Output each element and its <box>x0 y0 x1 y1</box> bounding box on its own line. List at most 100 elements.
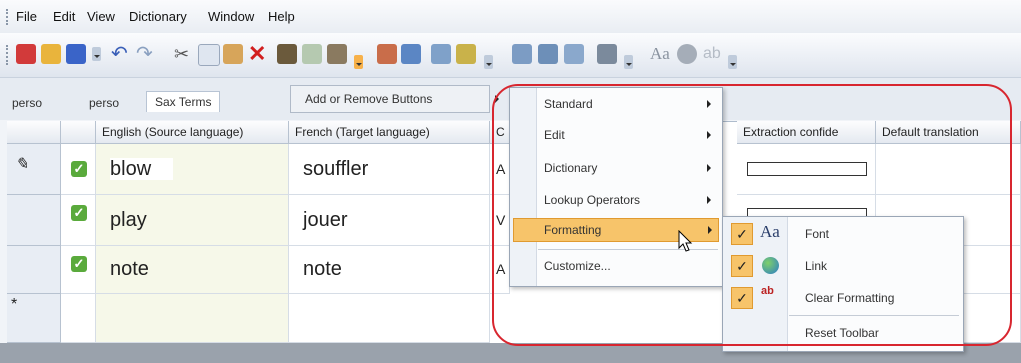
checkbox-checked-icon[interactable]: ✓ <box>71 161 87 177</box>
tab-perso-2[interactable]: perso <box>89 96 119 110</box>
copy-icon[interactable] <box>198 44 220 66</box>
submenu-item-font[interactable]: Font <box>805 227 829 241</box>
source-cell[interactable]: blow <box>96 144 289 195</box>
submenu-item-reset-toolbar[interactable]: Reset Toolbar <box>805 326 879 340</box>
save-icon[interactable] <box>66 44 86 64</box>
check-cell-3[interactable]: ✓ <box>61 246 96 294</box>
row-header-new[interactable]: * <box>7 294 61 343</box>
menu-view[interactable]: View <box>87 9 115 24</box>
chevron-right-icon <box>707 131 711 139</box>
menu-bar: File Edit View Dictionary Window Help <box>0 0 1021 33</box>
import-icon[interactable] <box>377 44 397 64</box>
new-row-icon: * <box>11 296 18 313</box>
menu-window[interactable]: Window <box>208 9 254 24</box>
new-icon[interactable] <box>16 44 36 64</box>
menu-dictionary[interactable]: Dictionary <box>129 9 187 24</box>
add-remove-buttons[interactable]: Add or Remove Buttons <box>290 85 499 113</box>
mouse-cursor-icon <box>678 230 693 252</box>
submenu-item-link[interactable]: Link <box>805 259 827 273</box>
category-cell[interactable]: V <box>490 195 510 246</box>
check-icon: ✓ <box>731 287 753 309</box>
menu-item-lookup-operators[interactable]: Lookup Operators <box>544 193 640 207</box>
check-cell-1[interactable]: ✓ <box>61 144 96 195</box>
row-header-3[interactable] <box>7 246 61 294</box>
paste-icon[interactable] <box>223 44 243 64</box>
find-next-icon[interactable] <box>327 44 347 64</box>
header-default-translation[interactable]: Default translation <box>876 121 1021 144</box>
cut-icon[interactable]: ✂ <box>174 44 194 64</box>
default-translation-cell[interactable] <box>876 144 1021 195</box>
category-cell[interactable]: A <box>490 144 510 195</box>
toolbar-dropdown-standard[interactable] <box>92 47 101 61</box>
lookup-all-icon[interactable] <box>456 44 476 64</box>
redo-icon[interactable]: ↷ <box>136 44 156 64</box>
menu-help[interactable]: Help <box>268 9 295 24</box>
header-category[interactable]: C <box>490 121 510 144</box>
target-cell-new[interactable] <box>289 294 490 343</box>
source-cell[interactable]: play <box>96 195 289 246</box>
font-icon[interactable]: Aa <box>650 44 670 64</box>
chevron-right-icon <box>708 226 712 234</box>
chevron-right-icon <box>707 196 711 204</box>
check-icon: ✓ <box>731 255 753 277</box>
toolbar: ↶ ↷ ✂ ✕ Aa ab <box>0 33 1021 78</box>
menu-file[interactable]: File <box>16 9 37 24</box>
lookup-icon[interactable] <box>431 44 451 64</box>
row-header-2[interactable] <box>7 195 61 246</box>
chevron-right-icon <box>495 95 499 103</box>
chevron-right-icon <box>707 100 711 108</box>
menu-item-standard[interactable]: Standard <box>544 97 593 111</box>
toolbar-dropdown-active[interactable] <box>354 55 363 69</box>
toolbar-dropdown-formatting[interactable] <box>728 55 737 69</box>
category-cell[interactable]: A <box>490 246 510 294</box>
menu-gutter <box>510 88 537 286</box>
menu-item-dictionary[interactable]: Dictionary <box>544 161 597 175</box>
term-add-icon[interactable] <box>512 44 532 64</box>
submenu-item-clear-formatting[interactable]: Clear Formatting <box>805 291 894 305</box>
edit-pencil-icon: ✎ <box>15 156 29 173</box>
checkbox-checked-icon[interactable]: ✓ <box>71 205 87 221</box>
header-french[interactable]: French (Target language) <box>289 121 490 144</box>
link-icon[interactable] <box>677 44 697 64</box>
source-cell-new[interactable] <box>96 294 289 343</box>
menubar-grip[interactable] <box>6 9 11 25</box>
toolbar-dropdown-dictionary[interactable] <box>484 55 493 69</box>
term-find-icon[interactable] <box>538 44 558 64</box>
link-icon <box>762 257 779 274</box>
delete-icon[interactable]: ✕ <box>248 43 268 65</box>
toolbar-dropdown-lookup[interactable] <box>624 55 633 69</box>
menu-edit[interactable]: Edit <box>53 9 75 24</box>
font-icon: Aa <box>760 222 780 241</box>
formatting-submenu: ✓ Aa Font ✓ Link ✓ ab Clear Formatting R… <box>722 216 964 352</box>
undo-icon[interactable]: ↶ <box>111 44 131 64</box>
source-cell[interactable]: note <box>96 246 289 294</box>
check-cell-2[interactable]: ✓ <box>61 195 96 246</box>
target-cell[interactable]: jouer <box>289 195 490 246</box>
checkbox-checked-icon[interactable]: ✓ <box>71 256 87 272</box>
header-check <box>61 121 96 144</box>
term-edit-icon[interactable] <box>564 44 584 64</box>
find-icon[interactable] <box>277 44 297 64</box>
target-cell[interactable]: souffler <box>289 144 490 195</box>
export-icon[interactable] <box>401 44 421 64</box>
header-extraction-confidence[interactable]: Extraction confide <box>737 121 876 144</box>
source-term[interactable]: blow <box>110 158 174 180</box>
submenu-separator <box>789 315 959 316</box>
target-cell[interactable]: note <box>289 246 490 294</box>
menu-item-customize[interactable]: Customize... <box>544 259 611 273</box>
clear-formatting-icon[interactable]: ab <box>703 44 723 64</box>
tab-sax-terms[interactable]: Sax Terms <box>146 91 221 112</box>
toolbar-grip[interactable] <box>6 45 11 65</box>
check-cell-new[interactable] <box>61 294 96 343</box>
find-replace-icon[interactable] <box>302 44 322 64</box>
header-english[interactable]: English (Source language) <box>96 121 289 144</box>
tab-perso-1[interactable]: perso <box>12 96 42 110</box>
open-icon[interactable] <box>41 44 61 64</box>
row-header-1[interactable]: ✎ <box>7 144 61 195</box>
clear-formatting-icon: ab <box>761 285 774 297</box>
merge-icon[interactable] <box>597 44 617 64</box>
menu-item-formatting-label: Formatting <box>544 223 602 237</box>
menu-item-edit[interactable]: Edit <box>544 128 565 142</box>
confidence-cell[interactable] <box>737 144 876 195</box>
check-icon: ✓ <box>731 223 753 245</box>
